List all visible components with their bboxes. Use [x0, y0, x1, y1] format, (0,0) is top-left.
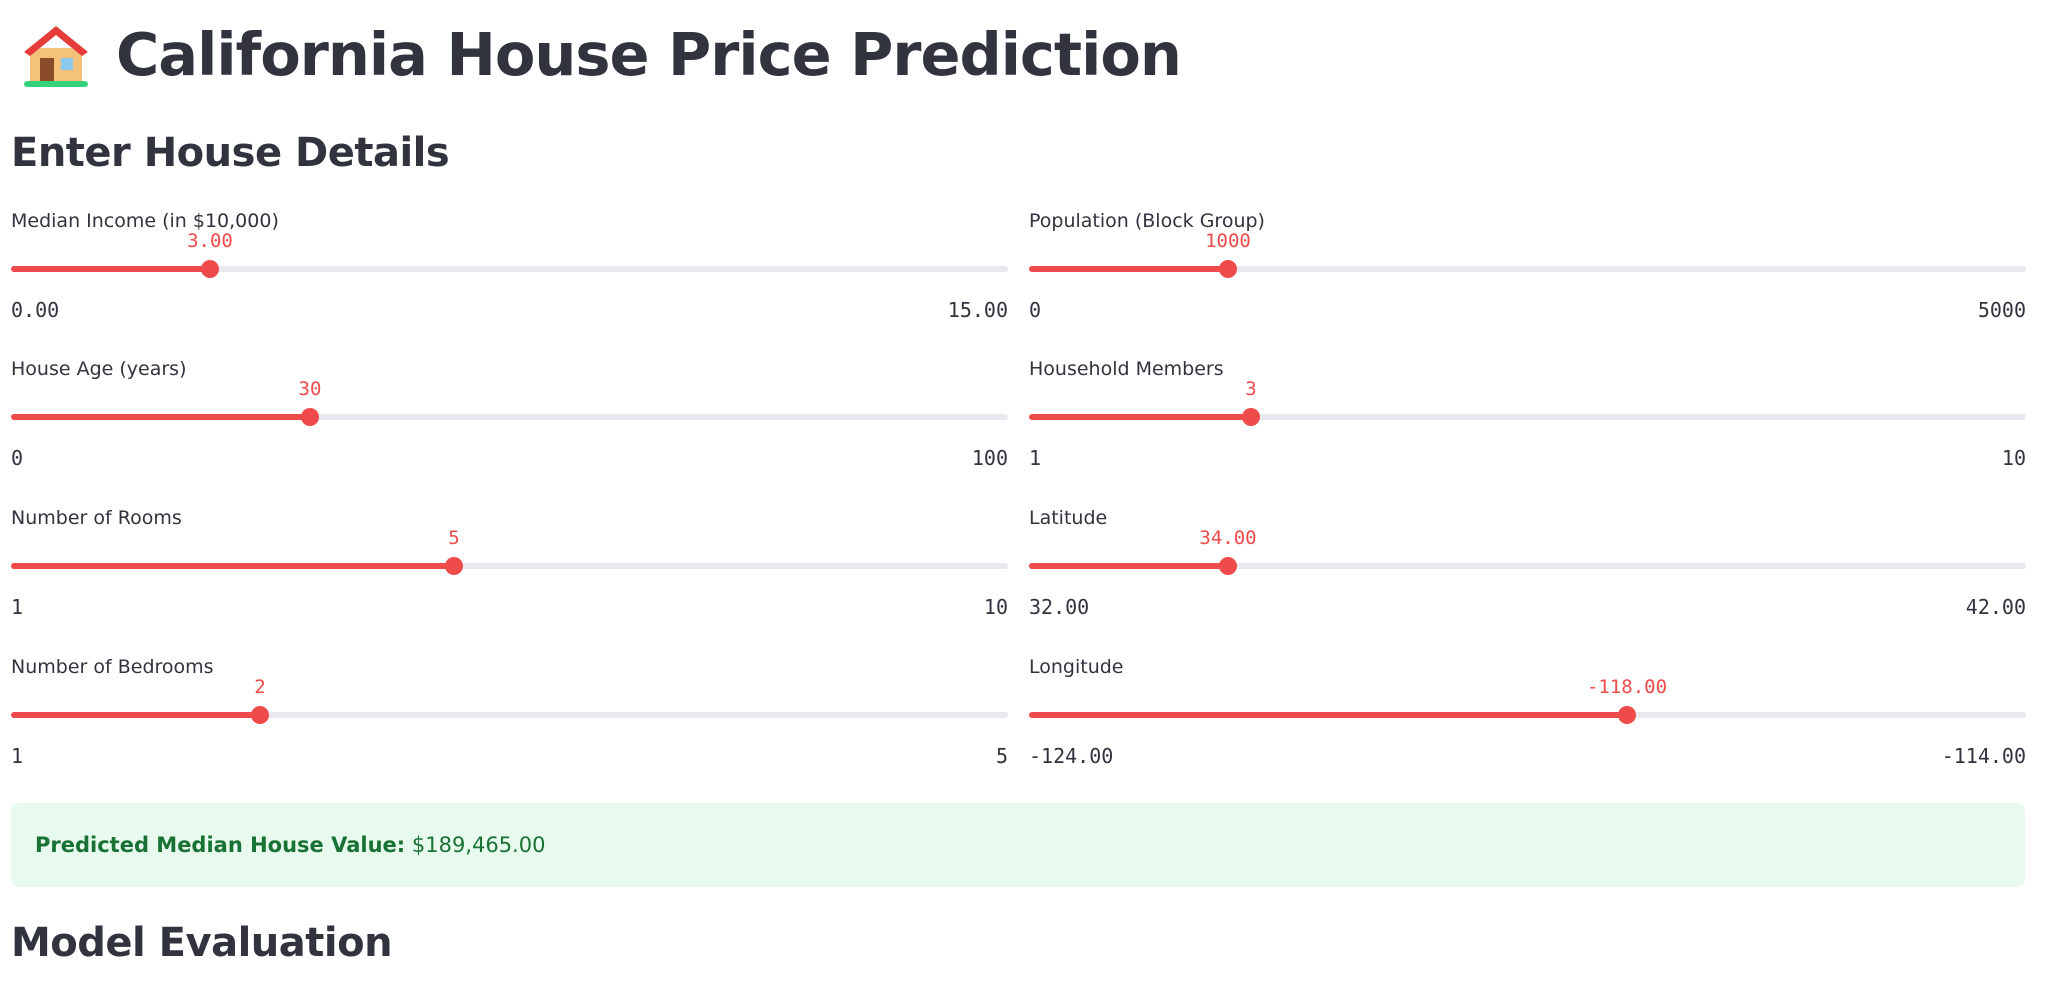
- slider-label: Longitude: [1029, 656, 1124, 678]
- slider-thumb[interactable]: [1242, 408, 1260, 426]
- slider-fill: [1029, 266, 1228, 272]
- slider-min: 32.00: [1029, 595, 1090, 619]
- slider-max: -114.00: [1941, 744, 2026, 768]
- prediction-value: $189,465.00: [411, 833, 546, 857]
- prediction-label: Predicted Median House Value:: [35, 833, 406, 857]
- slider-max: 42.00: [1965, 595, 2026, 619]
- slider-value: 3.00: [187, 230, 233, 252]
- slider-fill: [1029, 712, 1627, 718]
- slider-value: -118.00: [1586, 676, 1668, 698]
- slider-max: 15.00: [947, 298, 1008, 322]
- slider-population[interactable]: Population (Block Group) 1000 0 5000: [1029, 210, 2026, 330]
- slider-value: 2: [254, 676, 266, 698]
- slider-fill: [11, 563, 454, 569]
- slider-value: 5: [448, 527, 460, 549]
- prediction-result-box: Predicted Median House Value: $189,465.0…: [11, 803, 2025, 887]
- slider-label: Household Members: [1029, 358, 1224, 380]
- slider-latitude[interactable]: Latitude 34.00 32.00 42.00: [1029, 507, 2026, 627]
- slider-min: 0: [11, 446, 24, 470]
- slider-track[interactable]: [11, 266, 1008, 272]
- slider-thumb[interactable]: [445, 557, 463, 575]
- slider-thumb[interactable]: [1219, 260, 1237, 278]
- slider-track[interactable]: [11, 712, 1008, 718]
- slider-thumb[interactable]: [201, 260, 219, 278]
- slider-track[interactable]: [11, 414, 1008, 420]
- slider-max: 5000: [1977, 298, 2026, 322]
- slider-min: 1: [11, 595, 24, 619]
- slider-bedrooms[interactable]: Number of Bedrooms 2 1 5: [11, 656, 1008, 776]
- slider-track[interactable]: [11, 563, 1008, 569]
- section-title-house-details: Enter House Details: [11, 130, 450, 176]
- slider-household-members[interactable]: Household Members 3 1 10: [1029, 358, 2026, 478]
- slider-track[interactable]: [1029, 266, 2026, 272]
- slider-label: Population (Block Group): [1029, 210, 1265, 232]
- slider-thumb[interactable]: [301, 408, 319, 426]
- slider-fill: [11, 712, 260, 718]
- slider-thumb[interactable]: [1219, 557, 1237, 575]
- slider-track[interactable]: [1029, 563, 2026, 569]
- slider-fill: [1029, 414, 1251, 420]
- slider-min: -124.00: [1029, 744, 1114, 768]
- slider-max: 5: [995, 744, 1008, 768]
- slider-rooms[interactable]: Number of Rooms 5 1 10: [11, 507, 1008, 627]
- slider-label: Number of Bedrooms: [11, 656, 214, 678]
- slider-min: 0: [1029, 298, 1042, 322]
- slider-max: 10: [983, 595, 1008, 619]
- slider-fill: [11, 414, 310, 420]
- slider-min: 0.00: [11, 298, 60, 322]
- slider-label: Latitude: [1029, 507, 1108, 529]
- slider-fill: [11, 266, 210, 272]
- slider-track[interactable]: [1029, 712, 2026, 718]
- slider-thumb[interactable]: [251, 706, 269, 724]
- slider-value: 34.00: [1199, 527, 1257, 549]
- slider-median-income[interactable]: Median Income (in $10,000) 3.00 0.00 15.00: [11, 210, 1008, 330]
- slider-fill: [1029, 563, 1228, 569]
- section-title-model-evaluation: Model Evaluation: [11, 920, 393, 966]
- slider-value: 30: [298, 378, 322, 400]
- page-title: California House Price Prediction: [116, 19, 1182, 89]
- slider-thumb[interactable]: [1618, 706, 1636, 724]
- house-icon: [24, 26, 88, 87]
- slider-label: Number of Rooms: [11, 507, 182, 529]
- slider-min: 1: [1029, 446, 1042, 470]
- slider-longitude[interactable]: Longitude -118.00 -124.00 -114.00: [1029, 656, 2026, 776]
- slider-min: 1: [11, 744, 24, 768]
- slider-house-age[interactable]: House Age (years) 30 0 100: [11, 358, 1008, 478]
- slider-max: 10: [2001, 446, 2026, 470]
- slider-track[interactable]: [1029, 414, 2026, 420]
- slider-label: Median Income (in $10,000): [11, 210, 279, 232]
- slider-value: 3: [1245, 378, 1257, 400]
- page-header: California House Price Prediction: [20, 14, 1182, 94]
- slider-label: House Age (years): [11, 358, 187, 380]
- slider-max: 100: [971, 446, 1008, 470]
- slider-value: 1000: [1205, 230, 1251, 252]
- prediction-result: Predicted Median House Value: $189,465.0…: [35, 833, 545, 857]
